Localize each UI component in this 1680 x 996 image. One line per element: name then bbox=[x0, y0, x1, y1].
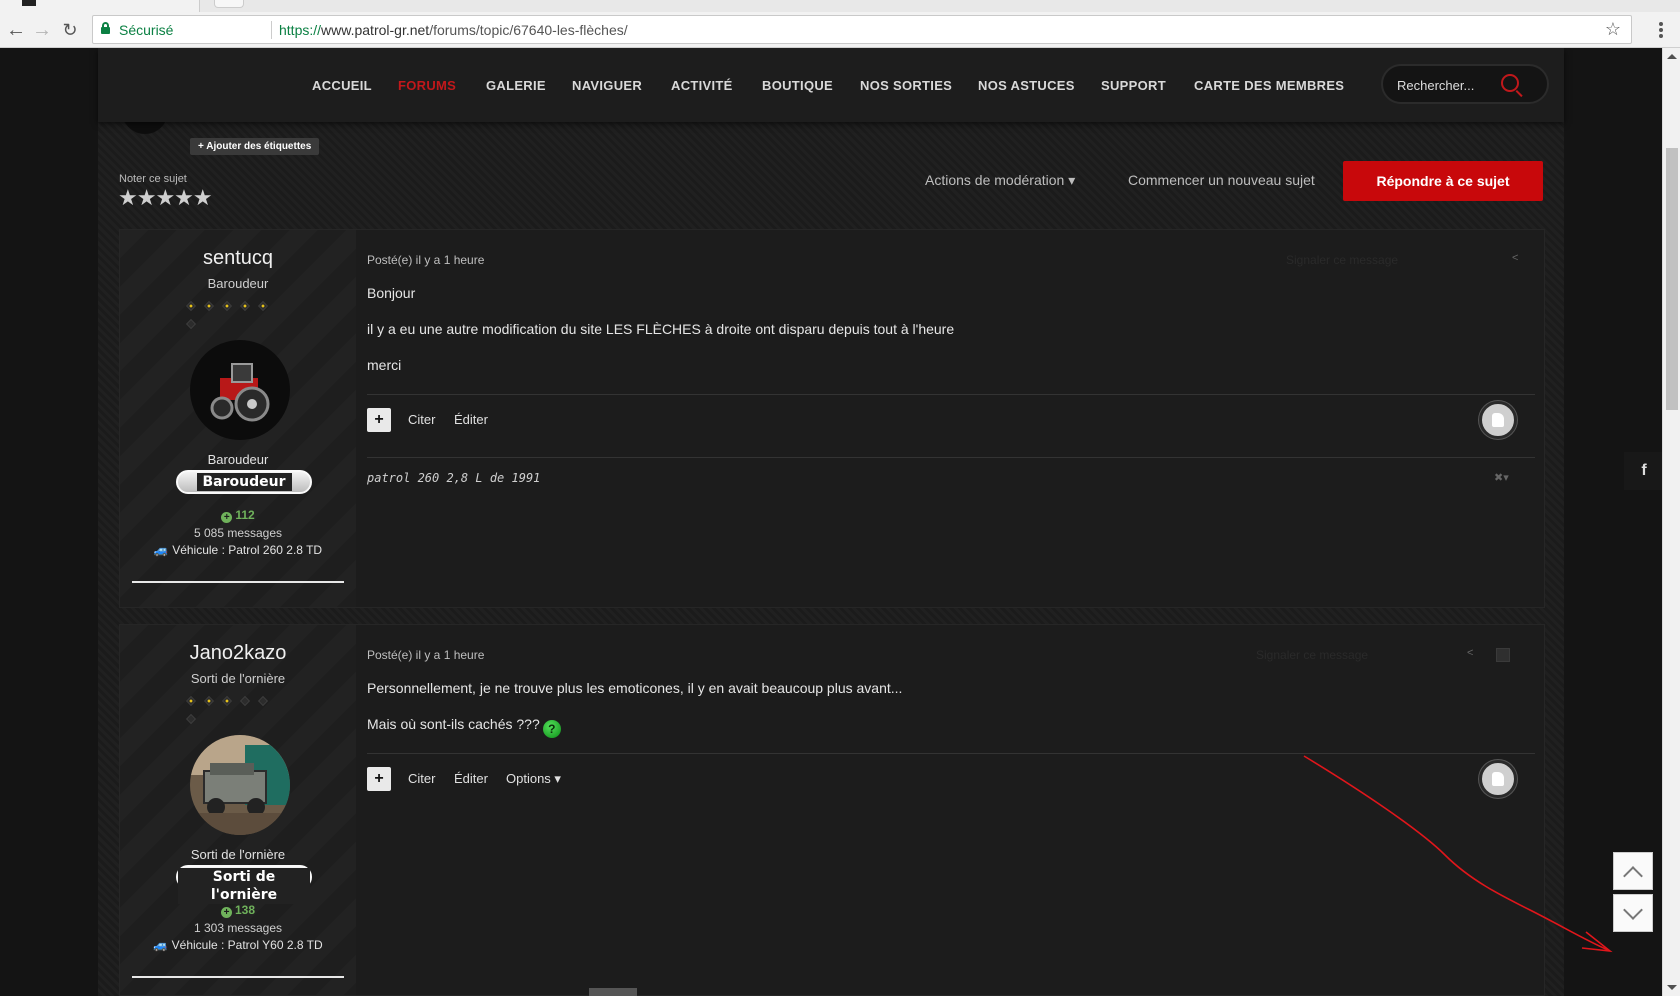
nav-item-nos-sorties[interactable]: NOS SORTIES bbox=[860, 78, 952, 93]
back-arrow-icon[interactable]: ← bbox=[4, 18, 28, 42]
new-topic-link[interactable]: Commencer un nouveau sujet bbox=[1128, 172, 1315, 188]
question-emoticon-icon: ? bbox=[542, 720, 561, 738]
share-icon[interactable]: < bbox=[1467, 647, 1477, 659]
quote-button[interactable]: Citer bbox=[408, 771, 435, 786]
rank-pips bbox=[186, 298, 290, 329]
like-thumb-icon[interactable] bbox=[1479, 401, 1517, 439]
browser-toolbar: ← → ↻ Sécurisé https://www.patrol-gr.net… bbox=[0, 12, 1680, 48]
facebook-share-icon[interactable]: f bbox=[1624, 452, 1664, 490]
search-placeholder: Rechercher... bbox=[1397, 78, 1475, 93]
nav-item-activite[interactable]: ACTIVITÉ bbox=[671, 78, 733, 93]
rank-pips bbox=[186, 693, 290, 724]
reputation: +112 bbox=[120, 508, 356, 523]
author-name[interactable]: sentucq bbox=[120, 247, 356, 270]
author-name[interactable]: Jano2kazo bbox=[120, 642, 356, 665]
author-panel: sentucq Baroudeur Baroudeur Baroudeur +1… bbox=[120, 230, 356, 607]
reputation-plus-icon: + bbox=[221, 512, 233, 523]
reputation: +138 bbox=[120, 903, 356, 918]
reply-button[interactable]: Répondre à ce sujet bbox=[1343, 161, 1543, 201]
options-dropdown[interactable]: Options ▾ bbox=[506, 771, 561, 787]
car-icon: 🚙 bbox=[153, 543, 173, 557]
select-post-checkbox[interactable] bbox=[1496, 648, 1510, 662]
hide-signature-icon[interactable]: ✖▾ bbox=[1494, 471, 1509, 484]
bottom-drag-handle bbox=[589, 988, 637, 996]
post-date: Posté(e) il y a 1 heure bbox=[367, 648, 485, 662]
vehicle-info: 🚙 Véhicule : Patrol 260 2.8 TD bbox=[153, 543, 323, 557]
post-body: Personnellement, je ne trouve plus les e… bbox=[367, 680, 903, 738]
report-post-link[interactable]: Signaler ce message bbox=[1286, 253, 1398, 267]
signature: patrol 260 2,8 L de 1991 bbox=[367, 471, 541, 485]
site-navbar: ACCUEIL FORUMS GALERIE NAVIGUER ACTIVITÉ… bbox=[98, 48, 1564, 122]
scrollbar-thumb bbox=[1666, 148, 1678, 410]
lock-icon bbox=[101, 22, 110, 34]
browser-tabstrip bbox=[0, 0, 1680, 12]
author-panel: Jano2kazo Sorti de l'ornière Sorti de l'… bbox=[120, 625, 356, 995]
scroll-to-bottom-button[interactable] bbox=[1613, 894, 1653, 932]
address-bar[interactable]: Sécurisé https://www.patrol-gr.net/forum… bbox=[92, 15, 1632, 44]
secure-label: Sécurisé bbox=[119, 22, 174, 38]
message-count: 1 303 messages bbox=[193, 921, 283, 935]
browser-menu-icon[interactable] bbox=[1658, 20, 1664, 40]
search-icon[interactable] bbox=[1501, 74, 1519, 92]
report-post-link[interactable]: Signaler ce message bbox=[1256, 648, 1368, 662]
signature-divider bbox=[367, 457, 1535, 458]
reputation-plus-icon: + bbox=[220, 907, 232, 918]
author-rank: Sorti de l'ornière bbox=[190, 671, 286, 686]
multiquote-plus-button[interactable]: + bbox=[367, 767, 391, 791]
url-text: https://www.patrol-gr.net/forums/topic/6… bbox=[279, 22, 628, 38]
author-divider bbox=[132, 976, 344, 978]
rank-badge: Baroudeur bbox=[176, 470, 312, 494]
nav-item-carte-des-membres[interactable]: CARTE DES MEMBRES bbox=[1194, 78, 1344, 93]
new-tab-button[interactable] bbox=[214, 0, 244, 8]
car-icon: 🚙 bbox=[153, 938, 172, 952]
scrollbar-up-arrow-icon bbox=[1667, 54, 1677, 59]
author-rank-title: Sorti de l'ornière bbox=[190, 847, 286, 862]
bookmark-star-icon[interactable]: ☆ bbox=[1605, 19, 1621, 40]
quote-button[interactable]: Citer bbox=[408, 412, 435, 427]
nav-item-naviguer[interactable]: NAVIGUER bbox=[572, 78, 642, 93]
post-date: Posté(e) il y a 1 heure bbox=[367, 253, 485, 267]
nav-item-boutique[interactable]: BOUTIQUE bbox=[762, 78, 833, 93]
rank-badge: Sorti de l'ornière bbox=[176, 865, 312, 904]
author-rank: Baroudeur bbox=[207, 276, 269, 291]
scrollbar-down-arrow-icon bbox=[1667, 985, 1677, 990]
like-thumb-icon[interactable] bbox=[1479, 760, 1517, 798]
nav-item-nos-astuces[interactable]: NOS ASTUCES bbox=[978, 78, 1075, 93]
vehicle-info: 🚙 Véhicule : Patrol Y60 2.8 TD bbox=[153, 938, 323, 952]
moderation-actions-dropdown[interactable]: Actions de modération ▾ bbox=[925, 172, 1075, 189]
post-divider bbox=[367, 394, 1535, 395]
multiquote-plus-button[interactable]: + bbox=[367, 408, 391, 432]
share-icon[interactable]: < bbox=[1512, 252, 1522, 264]
tab-favicon-icon bbox=[22, 0, 36, 6]
post-1: sentucq Baroudeur Baroudeur Baroudeur +1… bbox=[119, 229, 1545, 608]
forward-arrow-icon[interactable]: → bbox=[30, 18, 54, 42]
page-viewport: ACCUEIL FORUMS GALERIE NAVIGUER ACTIVITÉ… bbox=[0, 48, 1662, 996]
post-divider bbox=[367, 753, 1535, 754]
post-body: Bonjour il y a eu une autre modification… bbox=[367, 285, 955, 373]
rating-stars[interactable]: ★★★★★ bbox=[118, 185, 213, 211]
nav-item-accueil[interactable]: ACCUEIL bbox=[312, 78, 372, 93]
omnibox-separator bbox=[271, 21, 272, 39]
page-scrollbar[interactable] bbox=[1662, 48, 1680, 996]
nav-item-forums[interactable]: FORUMS bbox=[398, 78, 456, 93]
scroll-to-top-button[interactable] bbox=[1613, 852, 1653, 890]
avatar[interactable] bbox=[190, 735, 290, 835]
message-count: 5 085 messages bbox=[193, 526, 283, 540]
avatar[interactable] bbox=[190, 340, 290, 440]
nav-item-support[interactable]: SUPPORT bbox=[1101, 78, 1166, 93]
edit-button[interactable]: Éditer bbox=[454, 771, 488, 786]
author-divider bbox=[132, 581, 344, 583]
reload-icon[interactable]: ↻ bbox=[58, 18, 82, 42]
nav-item-galerie[interactable]: GALERIE bbox=[486, 78, 546, 93]
browser-tab[interactable] bbox=[0, 0, 200, 12]
post-2: Jano2kazo Sorti de l'ornière Sorti de l'… bbox=[119, 624, 1545, 996]
edit-button[interactable]: Éditer bbox=[454, 412, 488, 427]
rate-topic-label: Noter ce sujet bbox=[119, 173, 187, 185]
search-input[interactable]: Rechercher... bbox=[1381, 64, 1549, 104]
author-rank-title: Baroudeur bbox=[207, 452, 269, 467]
add-tags-button[interactable]: + Ajouter des étiquettes bbox=[190, 138, 320, 155]
